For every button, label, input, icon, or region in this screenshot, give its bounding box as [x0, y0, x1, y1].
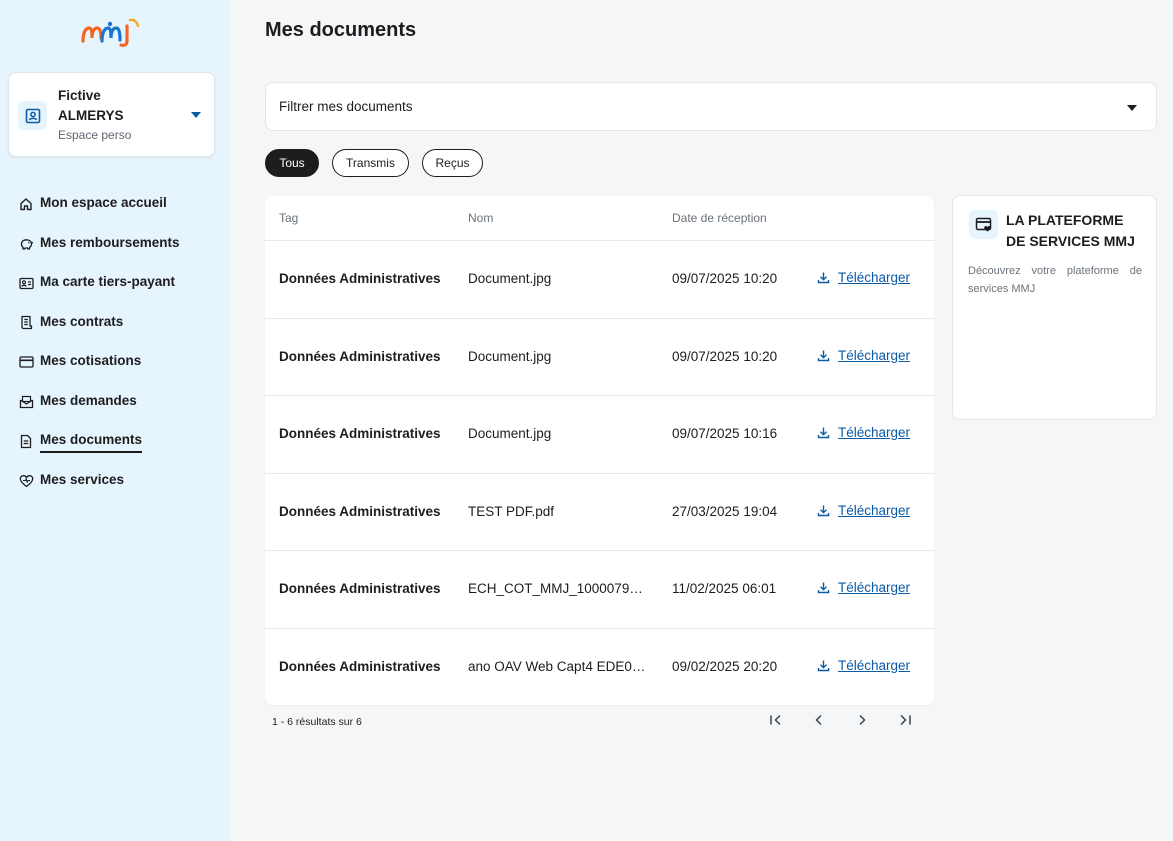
cell-name: TEST PDF.pdf [468, 503, 555, 519]
last-page-icon [898, 713, 912, 731]
chip-tous[interactable]: Tous [265, 149, 319, 177]
last-page-button[interactable] [895, 712, 915, 732]
cell-tag: Données Administratives [279, 426, 441, 441]
sidebar: Fictive ALMERYS Espace perso Mon espace … [0, 0, 229, 841]
heart-hand-icon [18, 472, 34, 490]
mail-icon [18, 393, 34, 411]
sidebar-item-documents[interactable]: Mes documents [18, 431, 218, 471]
sidebar-item-label: Mon espace accueil [40, 195, 167, 210]
contract-icon [18, 314, 34, 332]
cell-name: Document.jpg [468, 348, 552, 364]
download-label: Télécharger [838, 270, 911, 285]
cell-name: ECH_COT_MMJ_10000790… [468, 581, 646, 596]
promo-text: Découvrez votre plateforme de services M… [968, 265, 1142, 295]
column-header-tag[interactable]: Tag [279, 211, 298, 225]
chip-transmis[interactable]: Transmis [332, 149, 409, 177]
sidebar-item-label: Mes demandes [40, 392, 137, 408]
profile-first-name: Fictive [58, 88, 101, 103]
services-promo-card[interactable]: LA PLATEFORME DE SERVICES MMJ Découvrez … [952, 195, 1157, 420]
credit-card-icon [18, 353, 34, 371]
document-filter-select[interactable]: Filtrer mes documents [265, 82, 1157, 131]
caret-down-icon [191, 112, 201, 118]
download-link[interactable]: Télécharger [817, 658, 910, 673]
sidebar-item-contrats[interactable]: Mes contrats [18, 313, 218, 353]
sidebar-item-label: Mes cotisations [40, 353, 142, 368]
cell-date: 09/02/2025 20:20 [672, 658, 778, 674]
sidebar-item-accueil[interactable]: Mon espace accueil [18, 194, 218, 234]
table-row: Données Administratives Document.jpg 09/… [265, 319, 934, 396]
download-label: Télécharger [838, 580, 911, 595]
cell-tag: Données Administratives [279, 348, 441, 364]
cell-date: 09/07/2025 10:20 [672, 348, 778, 364]
document-icon [18, 432, 34, 450]
profile-subtitle: Espace perso [58, 128, 132, 142]
sidebar-item-remboursements[interactable]: Mes remboursements [18, 234, 218, 274]
download-icon [817, 348, 831, 362]
sidebar-item-label: Mes contrats [40, 313, 124, 329]
download-label: Télécharger [838, 425, 911, 440]
download-label: Télécharger [838, 347, 911, 363]
download-link[interactable]: Télécharger [817, 425, 910, 440]
profile-selector[interactable]: Fictive ALMERYS Espace perso [8, 72, 215, 157]
download-icon [817, 271, 831, 285]
cell-tag: Données Administratives [279, 503, 441, 519]
pagination-summary: 1 - 6 résultats sur 6 [272, 716, 362, 728]
sidebar-item-label: Mes services [40, 471, 125, 487]
table-row: Données Administratives ano OAV Web Capt… [265, 629, 934, 706]
cell-date: 09/07/2025 10:20 [672, 271, 778, 286]
profile-last-name: ALMERYS [58, 108, 124, 123]
sidebar-item-carte[interactable]: Ma carte tiers-payant [18, 273, 218, 313]
sidebar-item-demandes[interactable]: Mes demandes [18, 392, 218, 432]
next-page-icon [857, 713, 867, 731]
home-icon [18, 195, 34, 213]
download-link[interactable]: Télécharger [817, 270, 910, 285]
table-row: Données Administratives TEST PDF.pdf 27/… [265, 474, 934, 551]
sidebar-item-label: Mes remboursements [40, 234, 180, 250]
sidebar-item-label: Mes documents [40, 431, 143, 453]
column-header-name[interactable]: Nom [468, 211, 493, 225]
download-icon [817, 581, 831, 595]
sidebar-item-cotisations[interactable]: Mes cotisations [18, 352, 218, 392]
id-card-icon [18, 274, 34, 292]
mmj-logo[interactable] [80, 14, 142, 48]
chip-recus[interactable]: Reçus [422, 149, 483, 177]
download-label: Télécharger [838, 657, 911, 673]
caret-down-icon [1127, 105, 1137, 111]
cell-tag: Données Administratives [279, 658, 441, 674]
download-icon [817, 426, 831, 440]
cell-tag: Données Administratives [279, 271, 441, 286]
table-row: Données Administratives Document.jpg 09/… [265, 241, 934, 319]
sidebar-nav: Mon espace accueil Mes remboursements Ma… [18, 194, 218, 510]
prev-page-icon [814, 713, 824, 731]
filter-label: Filtrer mes documents [279, 99, 413, 114]
cell-tag: Données Administratives [279, 581, 441, 596]
first-page-icon [769, 713, 783, 731]
download-icon [817, 503, 831, 517]
download-label: Télécharger [838, 502, 911, 518]
sidebar-item-label: Ma carte tiers-payant [40, 274, 176, 289]
table-row: Données Administratives ECH_COT_MMJ_1000… [265, 551, 934, 629]
piggy-bank-icon [18, 235, 34, 253]
cell-name: Document.jpg [468, 426, 552, 441]
cell-name: Document.jpg [468, 271, 552, 286]
first-page-button[interactable] [766, 712, 786, 732]
prev-page-button[interactable] [809, 712, 829, 732]
download-link[interactable]: Télécharger [817, 503, 910, 518]
cell-date: 27/03/2025 19:04 [672, 503, 778, 519]
user-card-icon [18, 101, 47, 130]
services-card-icon [969, 210, 998, 239]
download-icon [817, 658, 831, 672]
cell-date: 09/07/2025 10:16 [672, 426, 778, 441]
column-header-date[interactable]: Date de réception [672, 211, 767, 225]
download-link[interactable]: Télécharger [817, 348, 910, 363]
next-page-button[interactable] [852, 712, 872, 732]
sidebar-item-services[interactable]: Mes services [18, 471, 218, 511]
cell-date: 11/02/2025 06:01 [672, 581, 777, 596]
page-title: Mes documents [265, 19, 417, 41]
cell-name: ano OAV Web Capt4 EDE07… [468, 658, 646, 674]
download-link[interactable]: Télécharger [817, 580, 910, 595]
documents-table: Tag Nom Date de réception Données Admini… [265, 196, 934, 705]
promo-title: LA PLATEFORME DE SERVICES MMJ [1006, 212, 1135, 249]
table-row: Données Administratives Document.jpg 09/… [265, 396, 934, 474]
